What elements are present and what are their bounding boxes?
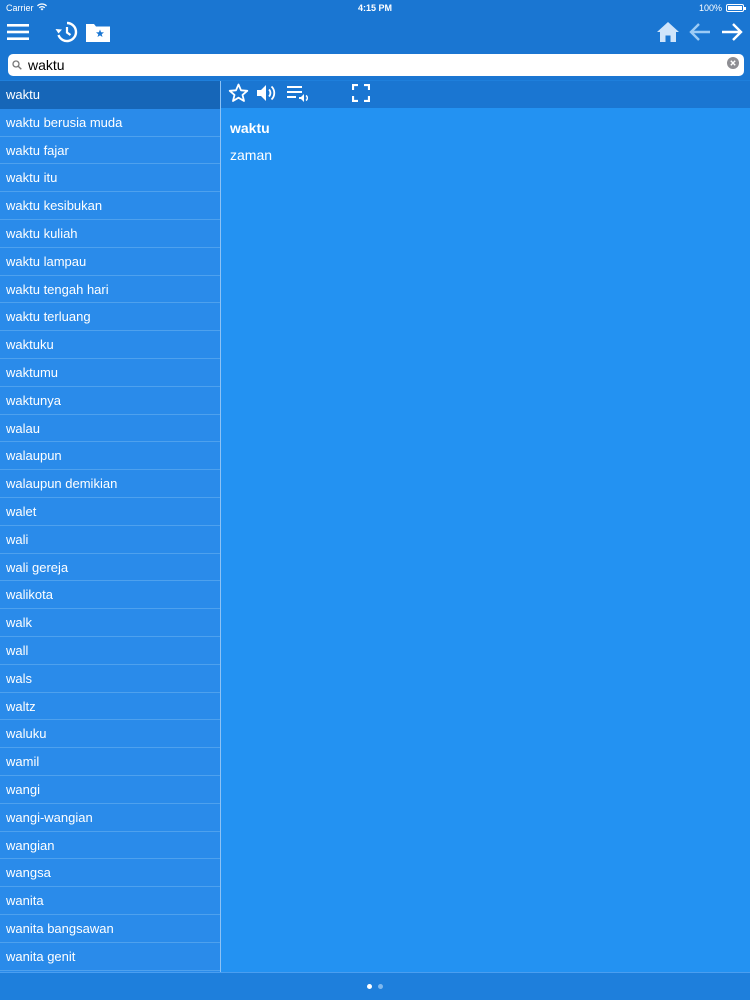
list-item[interactable]: waluku — [0, 720, 220, 749]
favorite-button[interactable] — [226, 83, 250, 107]
search-input[interactable] — [26, 57, 722, 73]
list-item[interactable]: wangi-wangian — [0, 804, 220, 832]
history-button[interactable] — [52, 20, 80, 48]
list-item[interactable]: wanita genit — [0, 943, 220, 971]
list-item[interactable]: waktu lampau — [0, 248, 220, 276]
list-item[interactable]: waktu kesibukan — [0, 192, 220, 220]
history-icon — [54, 20, 78, 49]
definition-pane: waktu zaman — [221, 81, 750, 972]
list-item[interactable]: walaupun demikian — [0, 470, 220, 498]
list-item[interactable]: waktuku — [0, 331, 220, 359]
fullscreen-icon — [351, 83, 371, 107]
definition-toolbar — [221, 81, 750, 108]
list-item[interactable]: waktu tengah hari — [0, 276, 220, 304]
home-button[interactable] — [654, 20, 682, 48]
battery-icon — [726, 4, 746, 12]
clock: 4:15 PM — [357, 3, 392, 13]
page-indicator[interactable] — [0, 984, 750, 989]
fullscreen-button[interactable] — [349, 83, 373, 107]
arrow-left-icon — [689, 22, 711, 47]
list-item[interactable]: walau — [0, 415, 220, 443]
list-item[interactable]: waktu terluang — [0, 303, 220, 332]
search-bar — [0, 52, 750, 80]
entry-definition: zaman — [230, 147, 273, 163]
menu-button[interactable] — [4, 20, 32, 48]
list-item[interactable]: waktu — [0, 81, 220, 109]
page-dot[interactable] — [378, 984, 383, 989]
list-item[interactable]: waktu berusia muda — [0, 109, 220, 137]
folder-star-icon — [85, 21, 111, 48]
list-item[interactable]: wals — [0, 665, 220, 693]
page-dot[interactable] — [367, 984, 372, 989]
clear-search-button[interactable] — [722, 56, 744, 74]
search-box — [8, 54, 744, 76]
search-icon — [8, 60, 26, 70]
pronounce-button[interactable] — [255, 83, 279, 107]
speak-list-button[interactable] — [287, 83, 311, 107]
forward-button[interactable] — [718, 20, 746, 48]
list-item[interactable]: waltz — [0, 693, 220, 721]
menu-icon — [7, 23, 29, 46]
star-icon — [228, 83, 249, 108]
list-item[interactable]: waktu itu — [0, 164, 220, 193]
list-item[interactable]: waktu kuliah — [0, 220, 220, 248]
list-item[interactable]: waktu fajar — [0, 137, 220, 165]
list-item[interactable]: walaupun — [0, 442, 220, 471]
list-item[interactable]: walk — [0, 609, 220, 637]
list-item[interactable]: wangian — [0, 832, 220, 860]
list-item[interactable]: waktumu — [0, 359, 220, 387]
list-item[interactable]: wanita — [0, 887, 220, 915]
battery-label: 100% — [698, 3, 722, 13]
list-item[interactable]: wangsa — [0, 859, 220, 888]
word-list: waktu waktu berusia muda waktu fajar waktu … — [0, 81, 220, 972]
arrow-right-icon — [721, 22, 743, 47]
battery-indicator: 100% — [698, 3, 746, 13]
list-item[interactable]: waktunya — [0, 387, 220, 415]
clear-icon — [727, 56, 739, 74]
main-toolbar — [0, 16, 750, 52]
list-item[interactable]: walet — [0, 498, 220, 526]
list-item[interactable]: wali gereja — [0, 554, 220, 582]
entry-headword: waktu — [230, 120, 270, 136]
list-item[interactable]: wali — [0, 526, 220, 554]
favorites-folder-button[interactable] — [84, 20, 112, 48]
list-item[interactable]: wangi — [0, 776, 220, 804]
status-bar: Carrier 4:15 PM 100% — [0, 0, 750, 16]
home-icon — [656, 21, 680, 48]
list-item[interactable]: wall — [0, 637, 220, 665]
bottom-bar — [0, 972, 750, 1000]
playlist-speaker-icon — [287, 83, 311, 108]
back-button[interactable] — [686, 20, 714, 48]
list-item[interactable]: walikota — [0, 581, 220, 610]
list-item[interactable]: wanita bangsawan — [0, 915, 220, 943]
list-item[interactable]: wamil — [0, 748, 220, 776]
speaker-icon — [256, 83, 278, 108]
